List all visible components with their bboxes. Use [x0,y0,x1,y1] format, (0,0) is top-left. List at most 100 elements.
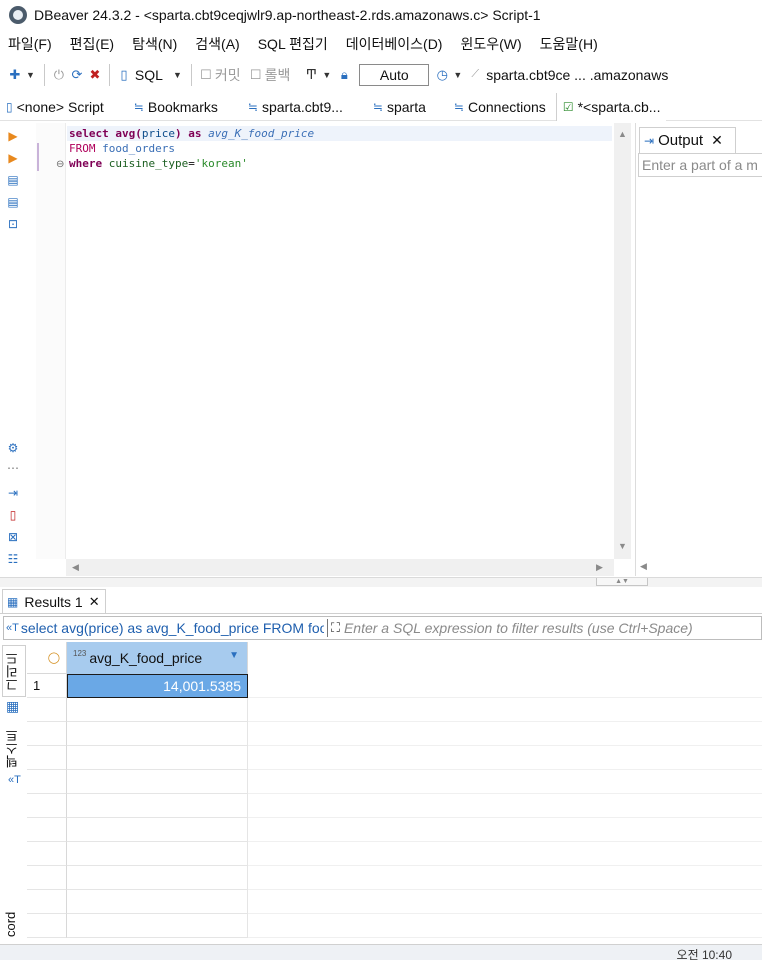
rollback-icon[interactable]: ☐ [247,66,265,84]
tab-active-script[interactable]: ☑ *<sparta.cb... [555,92,667,121]
transaction-mode-icon[interactable]: Ͳ [302,66,320,84]
transaction-log-icon[interactable]: ◷ [433,66,451,84]
empty-row-line [248,842,762,866]
export-icon[interactable]: ⇥ [5,485,21,501]
tab-sparta-connection[interactable]: ≒ sparta.cbt9... [242,93,349,121]
sql-column: cuisine_type [108,157,189,170]
outline-icon[interactable]: ☷ [5,551,21,567]
grid-corner[interactable]: ◯ [27,642,67,674]
tab-label: sparta [386,98,426,115]
more-icon[interactable]: ⋯ [5,460,21,476]
invalidate-reconnect-icon[interactable]: ⟳ [68,66,86,84]
sort-dropdown-icon[interactable]: ▼ [229,650,239,661]
connection-tab-icon: ≒ [247,99,258,114]
tab-label: sparta.cbt9... [261,98,343,115]
menu-bar: 파일(F) 편집(E) 탐색(N) 검색(A) SQL 편집기 데이터베이스(D… [0,31,762,57]
tab-grid[interactable]: 그리드 [3,649,27,695]
dbeaver-window: { "window": { "title": "DBeaver 24.3.2 -… [0,0,762,960]
error-log-icon[interactable]: ▯ [5,507,21,523]
fold-icon[interactable]: ⊖ [56,159,64,170]
grid-icon[interactable]: ▦ [6,698,19,715]
scroll-right-icon[interactable]: ▶ [596,562,603,573]
commit-icon[interactable]: ☐ [197,66,215,84]
menu-navigate[interactable]: 탐색(N) [132,34,177,54]
rollback-button[interactable]: 롤백 [265,65,291,85]
sql-function: avg( [115,127,142,140]
tab-connections[interactable]: ≒ Connections [448,93,552,121]
maximize-toggle-icon[interactable]: ▲▼ [596,578,648,586]
sql-button[interactable]: SQL [135,67,163,83]
scroll-left-icon[interactable]: ◀ [640,561,647,572]
transaction-mode-field[interactable]: Auto [359,63,430,86]
menu-file[interactable]: 파일(F) [8,34,52,54]
execute-in-new-tab-icon[interactable]: ▶ [5,150,21,166]
empty-cell [67,890,248,914]
empty-row-line [248,794,762,818]
close-icon[interactable]: ✕ [711,132,723,149]
scroll-down-icon[interactable]: ▼ [618,541,627,551]
scroll-up-icon[interactable]: ▲ [618,129,627,139]
sql-editor[interactable] [36,123,614,559]
results-filter-bar: «T select avg(price) as avg_K_food_price… [3,616,762,640]
empty-row [27,770,67,794]
sql-code[interactable]: select avg(price) as avg_K_food_price FR… [69,126,314,171]
menu-edit[interactable]: 편집(E) [70,34,114,54]
active-connection-selector[interactable]: sparta.cbt9ce ... .amazonaws [486,67,668,83]
disconnect-icon[interactable]: ⏻ [50,66,68,84]
editor-vertical-scrollbar[interactable]: ▲ ▼ [614,123,631,559]
settings-icon[interactable]: ⚙ [5,440,21,456]
text-view-icon[interactable]: «T [8,774,21,786]
tab-results-1[interactable]: ▦ Results 1 ✕ [2,589,106,613]
scroll-left-icon[interactable]: ◀ [72,562,79,573]
sql-keyword: FROM [69,142,96,155]
empty-row [27,794,67,818]
editor-horizontal-scrollbar[interactable]: ◀ ▶ [66,559,614,576]
taskbar-clock: 오전 10:40 [676,948,732,960]
execute-script-new-tab-icon[interactable]: ▤ [5,194,21,210]
menu-sql-editor[interactable]: SQL 편집기 [258,34,328,54]
sql-table: food_orders [102,142,175,155]
menu-database[interactable]: 데이터베이스(D) [346,34,443,54]
sql-paren: ) [175,127,182,140]
new-connection-dropdown-icon[interactable]: ▼ [26,70,35,80]
empty-cell [67,722,248,746]
empty-cell [67,866,248,890]
panel-splitter[interactable]: ▲▼ [0,577,762,587]
transaction-mode-dropdown-icon[interactable]: ▼ [322,70,331,80]
menu-window[interactable]: 윈도우(W) [460,34,521,54]
tab-sparta[interactable]: ≒ sparta [367,93,432,121]
transaction-log-dropdown-icon[interactable]: ▼ [453,70,462,80]
sql-dropdown-icon[interactable]: ▼ [173,70,182,80]
menu-help[interactable]: 도움말(H) [540,34,598,54]
output-filter-input[interactable]: Enter a part of a m [638,153,762,177]
table-cell[interactable]: 14,001.5385 [67,674,248,698]
commit-button[interactable]: 커밋 [215,65,241,85]
empty-row [27,842,67,866]
output-icon: ⇥ [644,133,655,148]
tab-text[interactable]: 텍스트 [3,727,27,771]
menu-search[interactable]: 검색(A) [195,34,239,54]
close-icon[interactable]: ✕ [89,594,100,610]
disconnect-all-icon[interactable]: ✖ [86,66,104,84]
column-header-avg-k-food-price[interactable]: 123 avg_K_food_price ▼ [67,642,248,674]
results-filter-input[interactable]: Enter a SQL expression to filter results… [344,620,693,636]
tab-output[interactable]: ⇥ Output ✕ [639,127,736,153]
expand-filter-icon[interactable]: ⛶ [331,620,340,636]
numeric-type-icon: 123 [73,648,87,658]
empty-row [27,722,67,746]
execute-statement-icon[interactable]: ▶ [5,128,21,144]
sql-editor-icon[interactable]: ▯ [115,66,133,84]
new-connection-icon[interactable]: ✚ [6,66,24,84]
variables-icon[interactable]: ⊠ [5,529,21,545]
explain-plan-icon[interactable]: ⊡ [5,216,21,232]
execute-script-icon[interactable]: ▤ [5,172,21,188]
tab-none-script[interactable]: ▯ <none> Script [0,93,110,121]
empty-row-line [248,698,762,722]
lock-icon[interactable]: 🔒︎ [335,66,353,84]
toolbar-separator [43,63,45,86]
tab-bookmarks[interactable]: ≒ Bookmarks [128,93,224,121]
tab-record[interactable]: cord [3,907,27,941]
results-query-text: select avg(price) as avg_K_food_price FR… [20,620,324,636]
row-number[interactable]: 1 [27,674,67,698]
sql-keyword: where [69,157,103,170]
